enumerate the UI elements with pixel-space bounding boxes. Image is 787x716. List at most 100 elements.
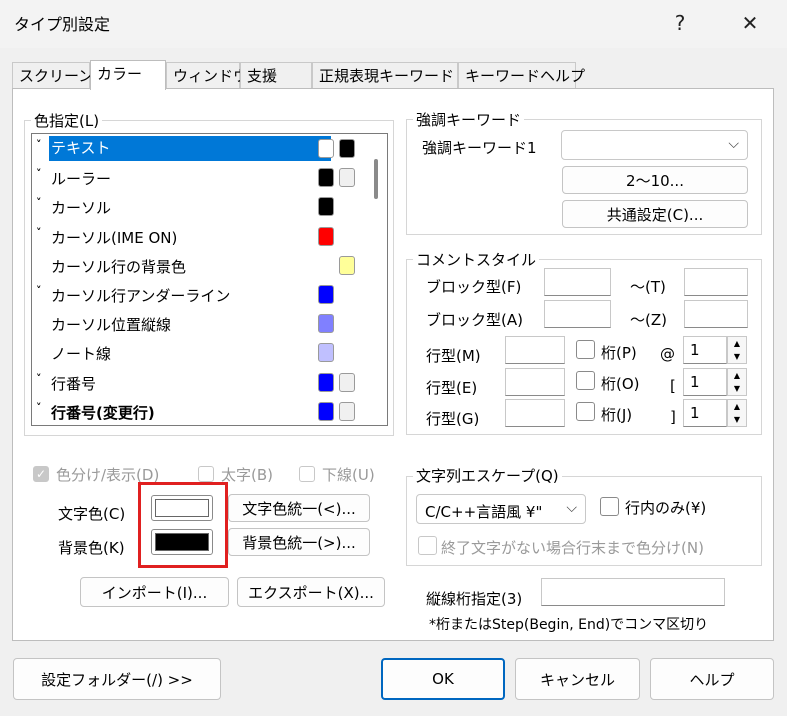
list-item[interactable]: ノート線 xyxy=(32,338,367,367)
line1-label: 行型(M) xyxy=(426,347,481,365)
inline-only-label: 行内のみ(¥) xyxy=(625,499,707,517)
block2-end-field[interactable] xyxy=(684,300,748,328)
help-button[interactable]: ヘルプ xyxy=(650,658,774,700)
block1-to-label: 〜(T) xyxy=(630,278,666,296)
list-item[interactable]: カーソル位置縦線 xyxy=(32,309,367,338)
chevron-down-icon: ⌵ xyxy=(566,500,577,516)
line1-spinner[interactable]: ▲ ▼ xyxy=(727,336,747,364)
text-color-swatch xyxy=(318,197,334,217)
keywords-2-10-button[interactable]: 2〜10... xyxy=(562,166,748,194)
title-bar: タイプ別設定 ? ✕ xyxy=(0,0,787,48)
line3-field[interactable] xyxy=(505,399,565,427)
list-item[interactable]: カーソル行の背景色 xyxy=(32,251,367,280)
chevron-down-icon: ˅ xyxy=(36,167,42,181)
bg-color-swatch xyxy=(339,372,355,392)
tab-support[interactable]: 支援 xyxy=(240,62,312,88)
line1-col-label: 桁(P) xyxy=(601,344,637,362)
help-icon[interactable]: ? xyxy=(658,6,702,40)
tab-window[interactable]: ウィンドウ xyxy=(166,62,248,88)
list-item-label: カーソル位置縦線 xyxy=(51,316,172,335)
list-item-label: カーソル(IME ON) xyxy=(51,228,178,247)
list-item[interactable]: ˅ ルーラー xyxy=(32,163,367,192)
line3-col-checkbox[interactable] xyxy=(576,402,595,421)
eol-color-checkbox[interactable] xyxy=(418,536,437,555)
list-item-label: ルーラー xyxy=(51,170,112,189)
list-item-label: カーソル行アンダーライン xyxy=(51,287,231,305)
settings-folder-button[interactable]: 設定フォルダー(/) >> xyxy=(13,658,221,700)
bg-color-label: 背景色(K) xyxy=(58,539,125,557)
chevron-down-icon: ˅ xyxy=(36,225,42,239)
list-item[interactable]: ˅ 行番号 xyxy=(32,368,367,397)
keyword-group-legend: 強調キーワード xyxy=(413,109,525,130)
unify-bg-color-button[interactable]: 背景色統一(>)... xyxy=(228,528,370,556)
bg-color-swatch xyxy=(339,401,355,421)
list-item[interactable]: ˅ カーソル xyxy=(32,192,367,221)
comment-group-legend: コメントスタイル xyxy=(413,249,540,270)
text-color-swatch xyxy=(318,401,334,421)
inline-only-checkbox[interactable] xyxy=(600,497,619,516)
line2-col-input[interactable]: 1 xyxy=(683,368,727,396)
line1-col-input[interactable]: 1 xyxy=(683,336,727,364)
text-color-swatch xyxy=(318,343,334,363)
color-display-checkbox[interactable]: ✓ xyxy=(33,466,49,482)
chevron-down-icon: ˅ xyxy=(36,196,42,210)
bold-checkbox[interactable] xyxy=(198,466,214,482)
keyword1-combo[interactable]: ⌵ xyxy=(561,130,748,160)
line3-spinner[interactable]: ▲ ▼ xyxy=(727,399,747,427)
color-list[interactable]: ˅ テキスト ˅ ルーラー ˅ カーソル ˅ カーソル(IME ON) カーソル行の背景色 ˅ カー… xyxy=(31,133,388,426)
underline-label: 下線(U) xyxy=(322,466,375,484)
ok-button[interactable]: OK xyxy=(381,658,505,700)
escape-value: C/C++言語風 ¥" xyxy=(425,503,543,521)
vline-input[interactable] xyxy=(541,578,725,606)
tab-keyword-help[interactable]: キーワードヘルプ xyxy=(458,62,585,88)
list-item-label: ノート線 xyxy=(51,345,112,364)
line1-col-checkbox[interactable] xyxy=(576,340,595,359)
bg-color-swatch xyxy=(339,139,355,158)
list-item[interactable]: ˅ テキスト xyxy=(32,134,367,163)
bg-color-button[interactable] xyxy=(151,529,213,555)
chevron-down-icon: ˅ xyxy=(36,400,42,414)
line2-col-checkbox[interactable] xyxy=(576,371,595,390)
chevron-down-icon: ˅ xyxy=(36,371,42,385)
line1-field[interactable] xyxy=(505,336,565,364)
text-color-button[interactable] xyxy=(151,495,213,521)
vline-note: *桁またはStep(Begin, End)でコンマ区切り xyxy=(429,617,709,633)
line3-label: 行型(G) xyxy=(426,410,480,428)
unify-text-color-button[interactable]: 文字色統一(<)... xyxy=(228,494,370,522)
bg-color-swatch xyxy=(339,255,355,275)
text-color-swatch xyxy=(318,314,334,334)
list-item-label: カーソル行の背景色 xyxy=(51,257,187,276)
block2-start-field[interactable] xyxy=(544,300,611,328)
tab-screen[interactable]: スクリーン xyxy=(12,62,93,88)
line2-spinner[interactable]: ▲ ▼ xyxy=(727,368,747,396)
block1-start-field[interactable] xyxy=(544,268,611,296)
list-item[interactable]: ˅ カーソル(IME ON) xyxy=(32,222,367,251)
line2-label: 行型(E) xyxy=(426,379,478,397)
tab-color[interactable]: カラー xyxy=(90,60,166,90)
color-group-legend: 色指定(L) xyxy=(31,110,103,131)
vline-label: 縦線桁指定(3) xyxy=(426,590,523,608)
list-scrollbar[interactable] xyxy=(367,134,387,425)
escape-group-legend: 文字列エスケープ(Q) xyxy=(413,465,562,486)
line3-col-input[interactable]: 1 xyxy=(683,399,727,427)
block1-end-field[interactable] xyxy=(684,268,748,296)
close-icon[interactable]: ✕ xyxy=(728,6,772,40)
cancel-button[interactable]: キャンセル xyxy=(515,658,640,700)
export-button[interactable]: エクスポート(X)... xyxy=(237,577,385,607)
bold-label: 太字(B) xyxy=(221,466,273,484)
tab-regex-keyword[interactable]: 正規表現キーワード xyxy=(312,62,458,88)
text-color-swatch xyxy=(318,139,334,158)
line2-symbol: [ xyxy=(670,377,676,395)
line2-field[interactable] xyxy=(505,368,565,396)
import-button[interactable]: インポート(I)... xyxy=(80,577,229,607)
list-item-label: テキスト xyxy=(49,136,331,161)
escape-combo[interactable]: C/C++言語風 ¥" ⌵ xyxy=(416,494,586,524)
underline-checkbox[interactable] xyxy=(299,466,315,482)
list-item[interactable]: ˅ カーソル行アンダーライン xyxy=(32,280,367,309)
text-color-swatch xyxy=(318,226,334,246)
list-item[interactable]: ˅ 行番号(変更行) xyxy=(32,397,367,425)
chevron-down-icon: ˅ xyxy=(36,138,42,151)
list-item-label: 行番号 xyxy=(51,374,97,393)
chevron-down-icon: ⌵ xyxy=(728,136,739,152)
common-settings-button[interactable]: 共通設定(C)... xyxy=(562,200,748,228)
